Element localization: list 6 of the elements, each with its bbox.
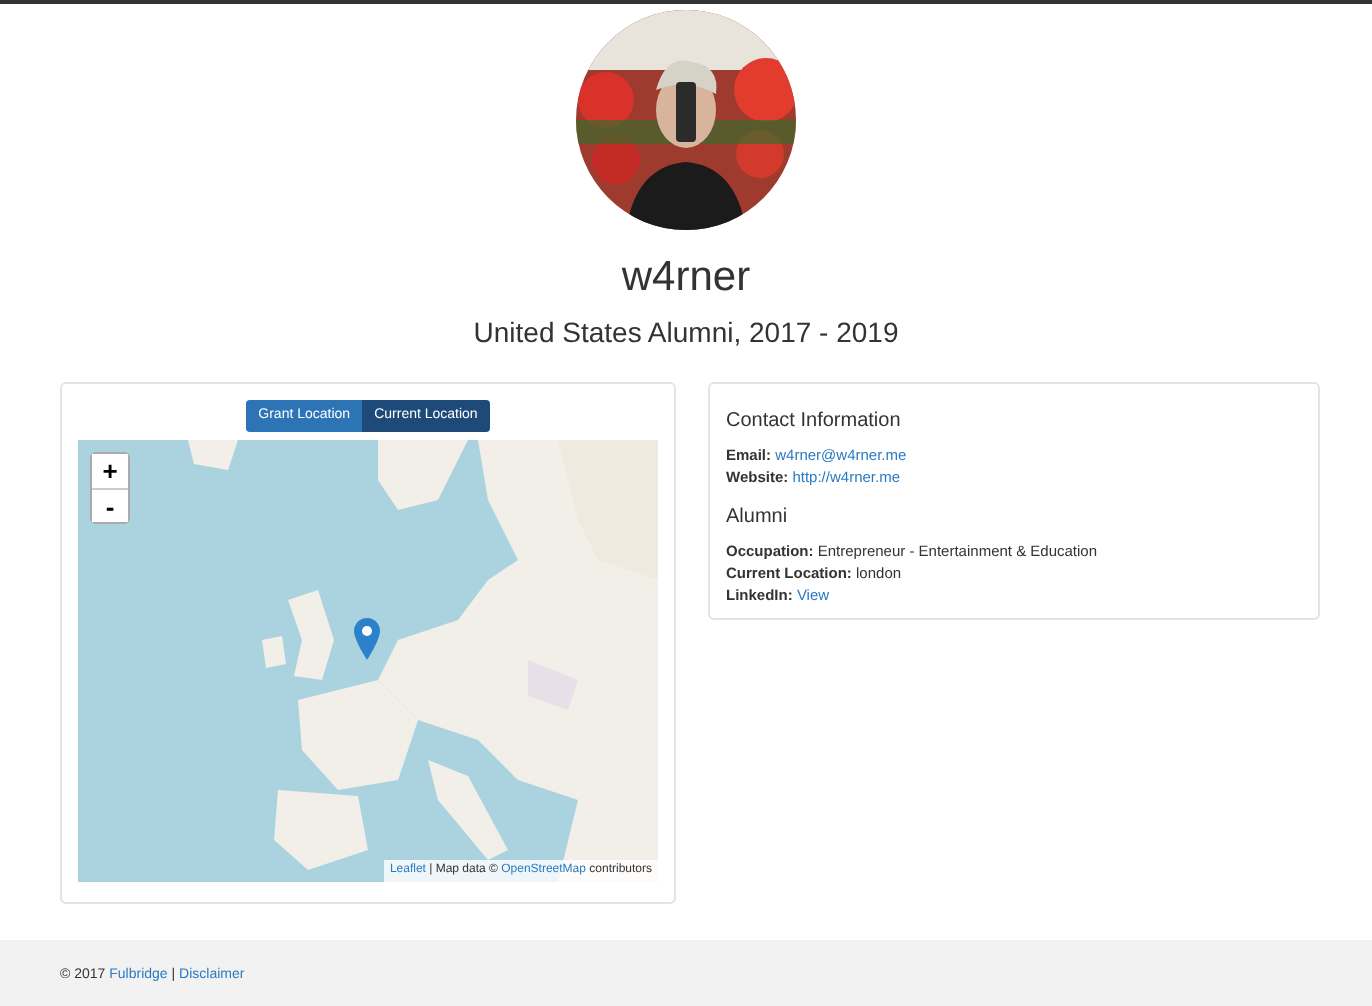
section-heading: Contact Information	[726, 410, 903, 435]
zoom-button[interactable]: -	[92, 488, 128, 523]
section-heading: Alumni	[726, 505, 790, 530]
map-marker-icon[interactable]	[354, 618, 380, 661]
subtitle: United States Alumni, 2017 - 2019	[471, 316, 901, 351]
user-name: w4rner	[619, 252, 753, 304]
